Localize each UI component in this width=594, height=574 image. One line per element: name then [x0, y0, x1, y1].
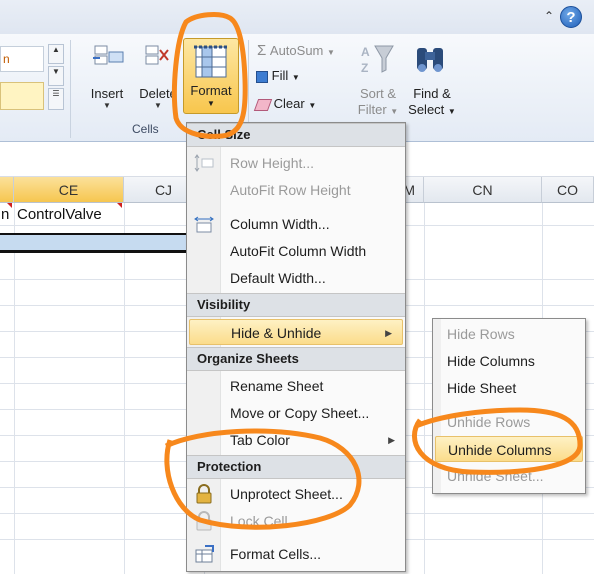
minimize-ribbon-icon[interactable]: ⌃ — [542, 9, 556, 23]
eraser-icon — [253, 98, 273, 111]
submenu-item-unhide-columns[interactable]: Unhide Columns — [435, 436, 583, 462]
clear-dropdown-arrow: ▼ — [308, 101, 317, 110]
gridline — [424, 203, 425, 574]
svg-text:A: A — [361, 45, 370, 59]
menu-section-visibility: Visibility — [187, 293, 405, 317]
binoculars-icon — [417, 48, 443, 72]
menu-item-autofit-column[interactable]: AutoFit Column Width — [187, 238, 405, 264]
column-header-cn[interactable]: CN — [424, 177, 542, 203]
fill-down-icon — [256, 70, 268, 83]
sort-dropdown-arrow: ▼ — [390, 107, 399, 116]
format-dropdown-arrow: ▼ — [207, 99, 215, 108]
column-header-ce[interactable]: CE — [14, 177, 124, 203]
menu-section-organize: Organize Sheets — [187, 347, 405, 371]
menu-section-protection: Protection — [187, 455, 405, 479]
menu-item-tab-color[interactable]: Tab Color ▶ — [187, 427, 405, 453]
sigma-icon: Σ — [257, 42, 267, 59]
find-dropdown-arrow: ▼ — [447, 107, 456, 116]
fill-button[interactable]: Fill ▼ — [256, 68, 300, 83]
cell-style-preview-2[interactable] — [0, 82, 44, 110]
submenu-item-unhide-rows[interactable]: Unhide Rows — [433, 409, 585, 435]
find-select-button[interactable]: Find & Select ▼ — [404, 86, 460, 117]
format-cells-icon — [194, 45, 228, 78]
cell-ce-value[interactable]: ControlValve — [17, 206, 102, 223]
menu-item-default-width[interactable]: Default Width... — [187, 265, 405, 291]
menu-item-hide-unhide[interactable]: Hide & Unhide ▶ — [189, 319, 403, 345]
styles-more[interactable]: ☰ — [48, 88, 64, 110]
clear-button[interactable]: Clear ▼ — [253, 96, 317, 111]
group-separator — [70, 40, 71, 138]
menu-item-autofit-row[interactable]: AutoFit Row Height — [187, 177, 405, 203]
submenu-item-unhide-sheet[interactable]: Unhide Sheet... — [433, 463, 585, 489]
help-icon[interactable]: ? — [560, 6, 582, 28]
sort-filter-button[interactable]: Sort & Filter ▼ — [350, 86, 406, 117]
insert-dropdown-arrow: ▼ — [103, 101, 111, 110]
column-width-icon — [194, 216, 214, 233]
column-header[interactable] — [0, 177, 14, 203]
autosum-button[interactable]: Σ AutoSum ▼ — [257, 42, 335, 59]
format-cells-icon — [195, 545, 214, 563]
submenu-arrow-icon: ▶ — [388, 435, 395, 445]
submenu-arrow-icon: ▶ — [385, 328, 392, 338]
styles-scroll-up[interactable]: ▲ — [48, 44, 64, 64]
menu-section-cell-size: Cell Size — [187, 123, 405, 147]
insert-cells-icon — [93, 45, 124, 65]
title-strip: ⌃ ? — [0, 0, 594, 34]
menu-item-column-width[interactable]: Column Width... — [187, 211, 405, 237]
menu-item-row-height[interactable]: Row Height... — [187, 150, 405, 176]
comment-indicator — [117, 203, 122, 208]
format-button[interactable]: Format ▼ — [183, 38, 239, 114]
padlock-icon — [196, 484, 212, 504]
submenu-item-hide-columns[interactable]: Hide Columns — [433, 348, 585, 374]
fill-dropdown-arrow: ▼ — [291, 73, 300, 82]
menu-item-lock-cell[interactable]: Lock Cell — [187, 508, 405, 534]
gridline — [124, 203, 125, 574]
gridline — [14, 203, 15, 574]
menu-item-move-copy[interactable]: Move or Copy Sheet... — [187, 400, 405, 426]
hide-unhide-submenu: Hide Rows Hide Columns Hide Sheet Unhide… — [432, 318, 586, 494]
submenu-item-hide-rows[interactable]: Hide Rows — [433, 321, 585, 347]
cell-fragment[interactable]: n — [1, 206, 9, 223]
sort-filter-icon: A Z — [361, 45, 394, 75]
svg-text:Z: Z — [361, 61, 368, 75]
cell-style-preview[interactable]: n — [0, 46, 44, 72]
autosum-dropdown-arrow: ▼ — [327, 48, 335, 57]
submenu-item-hide-sheet[interactable]: Hide Sheet — [433, 375, 585, 401]
menu-item-format-cells[interactable]: Format Cells... — [187, 541, 405, 567]
styles-scroll-down[interactable]: ▼ — [48, 66, 64, 86]
delete-button[interactable]: Delete ▼ — [136, 86, 180, 110]
delete-dropdown-arrow: ▼ — [154, 101, 162, 110]
cells-group-label: Cells — [132, 122, 159, 136]
lock-cell-icon — [196, 511, 212, 531]
comment-indicator — [7, 203, 12, 208]
row-height-icon — [194, 154, 214, 172]
menu-item-rename-sheet[interactable]: Rename Sheet — [187, 373, 405, 399]
insert-button[interactable]: Insert ▼ — [86, 86, 128, 110]
column-header-co[interactable]: CO — [542, 177, 594, 203]
format-menu: Cell Size Row Height... AutoFit Row Heig… — [186, 122, 406, 572]
menu-item-unprotect-sheet[interactable]: Unprotect Sheet... — [187, 481, 405, 507]
delete-cells-icon — [145, 45, 169, 65]
